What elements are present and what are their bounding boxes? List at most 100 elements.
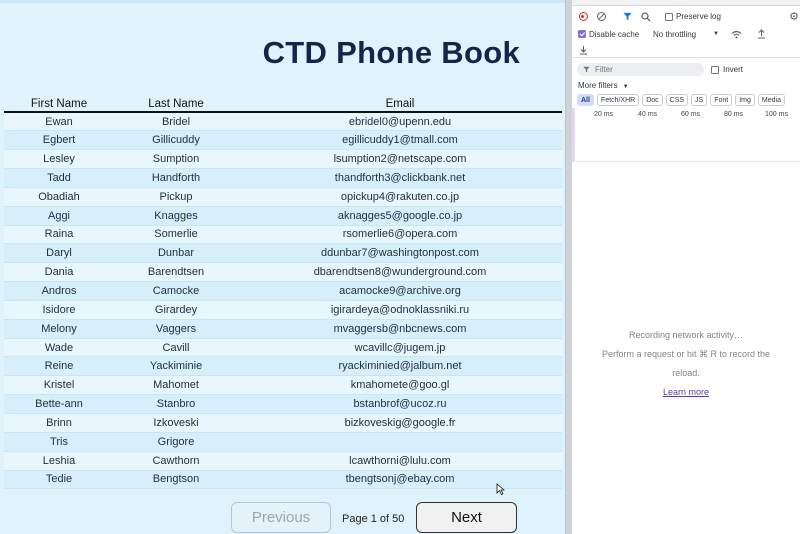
table-row: Aggi Knagges aknagges5@google.co.jp: [4, 206, 562, 226]
cell-last-name: Izkoveski: [114, 413, 238, 433]
table-row: Kristel Mahomet kmahomete@goo.gl: [4, 375, 562, 396]
invert-checkbox[interactable]: Invert: [711, 65, 743, 74]
cell-first-name: Ewan: [4, 112, 114, 132]
table-row: Melony Vaggers mvaggersb@nbcnews.com: [4, 319, 562, 339]
invert-box[interactable]: [711, 65, 719, 74]
cell-first-name: Bette-ann: [4, 394, 114, 414]
type-chip-css[interactable]: CSS: [665, 94, 689, 106]
cell-email: [238, 432, 562, 452]
timeline-tick: 40 ms: [638, 111, 658, 118]
wifi-icon[interactable]: [730, 28, 742, 40]
cell-email: dbarendtsen8@wunderground.com: [238, 262, 562, 283]
throttling-select[interactable]: No throttling: [653, 30, 696, 39]
cell-first-name: Dania: [4, 262, 114, 283]
cell-last-name: Mahomet: [114, 375, 238, 396]
more-filters-dropdown[interactable]: More filters ▼: [572, 79, 800, 92]
cell-last-name: Girardey: [114, 300, 238, 320]
table-row: Leshia Cawthorn lcawthorni@lulu.com: [4, 451, 562, 471]
network-timeline-overview[interactable]: 20 ms 40 ms 60 ms 80 ms 100 ms: [572, 108, 800, 162]
cell-email: opickup4@rakuten.co.jp: [238, 187, 562, 207]
search-icon[interactable]: [640, 11, 652, 23]
timeline-tick: 20 ms: [594, 111, 614, 118]
next-button[interactable]: Next: [416, 502, 517, 533]
download-icon[interactable]: [577, 44, 589, 56]
type-chip-fetch-xhr[interactable]: Fetch/XHR: [596, 94, 640, 106]
cell-email: wcavillc@jugem.jp: [238, 338, 562, 358]
type-chip-all[interactable]: All: [577, 94, 594, 106]
timeline-marker: [572, 108, 575, 162]
cell-last-name: Bridel: [114, 112, 238, 132]
cell-last-name: Bengtson: [114, 470, 238, 490]
contacts-table: First Name Last Name Email Ewan Bridel ebr…: [4, 97, 562, 490]
network-empty-state: Recording network activity… Perform a re…: [572, 326, 800, 402]
timeline-tick: 100 ms: [765, 111, 788, 118]
cell-email: lcawthorni@lulu.com: [238, 451, 562, 471]
cell-email: bizkoveskig@google.fr: [238, 413, 562, 433]
cell-email: aknagges5@google.co.jp: [238, 206, 562, 226]
cell-last-name: Camocke: [114, 281, 238, 301]
filter-bar: Filter Invert: [572, 61, 800, 78]
cell-first-name: Tris: [4, 432, 114, 452]
type-chip-doc[interactable]: Doc: [642, 94, 663, 106]
timeline-tick: 60 ms: [681, 111, 701, 118]
chevron-down-icon[interactable]: ▼: [713, 31, 719, 37]
cell-email: kmahomete@goo.gl: [238, 375, 562, 396]
cell-email: ryackiminied@jalbum.net: [238, 356, 562, 377]
upload-icon[interactable]: [755, 28, 767, 40]
page-title: CTD Phone Book: [262, 35, 520, 70]
phone-book-app: CTD Phone Book First Name Last Name Emai…: [0, 0, 565, 534]
table-row: Lesley Sumption lsumption2@netscape.com: [4, 149, 562, 170]
preserve-log-box[interactable]: [665, 12, 673, 21]
table-row: Tadd Handforth thandforth3@clickbank.net: [4, 168, 562, 188]
cell-email: ddunbar7@washingtonpost.com: [238, 243, 562, 264]
cell-email: ebridel0@upenn.edu: [238, 112, 562, 132]
table-row: Daryl Dunbar ddunbar7@washingtonpost.com: [4, 243, 562, 264]
funnel-icon: [583, 66, 590, 73]
cell-first-name: Raina: [4, 225, 114, 245]
learn-more-link[interactable]: Learn more: [663, 387, 709, 397]
panel-resize-handle[interactable]: [565, 0, 572, 534]
table-row: Brinn Izkoveski bizkoveskig@google.fr: [4, 413, 562, 433]
page-indicator: Page 1 of 50: [342, 513, 405, 525]
disable-cache-box[interactable]: [578, 30, 586, 38]
clear-icon[interactable]: [595, 11, 607, 23]
gear-icon[interactable]: ⚙: [788, 11, 800, 23]
filter-input[interactable]: Filter: [577, 63, 704, 76]
table-row: Andros Camocke acamocke9@archive.org: [4, 281, 562, 301]
type-chip-font[interactable]: Font: [710, 94, 733, 106]
table-body: Ewan Bridel ebridel0@upenn.edu Egbert Gillic…: [4, 112, 562, 490]
cell-email: bstanbrof@ucoz.ru: [238, 394, 562, 414]
cell-email: thandforth3@clickbank.net: [238, 168, 562, 188]
preserve-log-checkbox[interactable]: Preserve log: [665, 12, 721, 21]
table-row: Reine Yackiminie ryackiminied@jalbum.net: [4, 356, 562, 377]
cell-first-name: Egbert: [4, 130, 114, 151]
cell-last-name: Cawthorn: [114, 451, 238, 471]
cell-email: acamocke9@archive.org: [238, 281, 562, 301]
cell-first-name: Tedie: [4, 470, 114, 490]
previous-button[interactable]: Previous: [231, 502, 331, 533]
invert-label: Invert: [723, 65, 744, 74]
more-filters-label: More filters: [578, 81, 618, 90]
column-header-first-name[interactable]: First Name: [4, 97, 114, 113]
cell-first-name: Brinn: [4, 413, 114, 433]
record-icon[interactable]: [577, 11, 589, 23]
table-row: Wade Cavill wcavillc@jugem.jp: [4, 338, 562, 358]
cell-last-name: Handforth: [114, 168, 238, 188]
network-toolbar-secondary: Disable cache No throttling ▼: [572, 26, 800, 42]
pagination: Previous Page 1 of 50 Next: [0, 500, 565, 534]
type-chip-media[interactable]: Media: [757, 94, 785, 106]
table-row: Raina Somerlie rsomerlie6@opera.com: [4, 225, 562, 245]
cell-first-name: Andros: [4, 281, 114, 301]
cell-first-name: Wade: [4, 338, 114, 358]
funnel-icon[interactable]: [621, 11, 633, 23]
type-chip-img[interactable]: Img: [735, 94, 755, 106]
column-header-last-name[interactable]: Last Name: [114, 97, 238, 113]
column-header-email[interactable]: Email: [238, 97, 562, 113]
disable-cache-checkbox[interactable]: Disable cache: [578, 30, 639, 39]
empty-state-line-2: Perform a request or hit ⌘ R to record t…: [601, 349, 771, 359]
cell-last-name: Yackiminie: [114, 356, 238, 377]
type-chip-js[interactable]: JS: [691, 94, 708, 106]
cell-email: egillicuddy1@tmall.com: [238, 130, 562, 151]
cell-first-name: Daryl: [4, 243, 114, 264]
caret-down-icon: ▼: [622, 84, 629, 90]
